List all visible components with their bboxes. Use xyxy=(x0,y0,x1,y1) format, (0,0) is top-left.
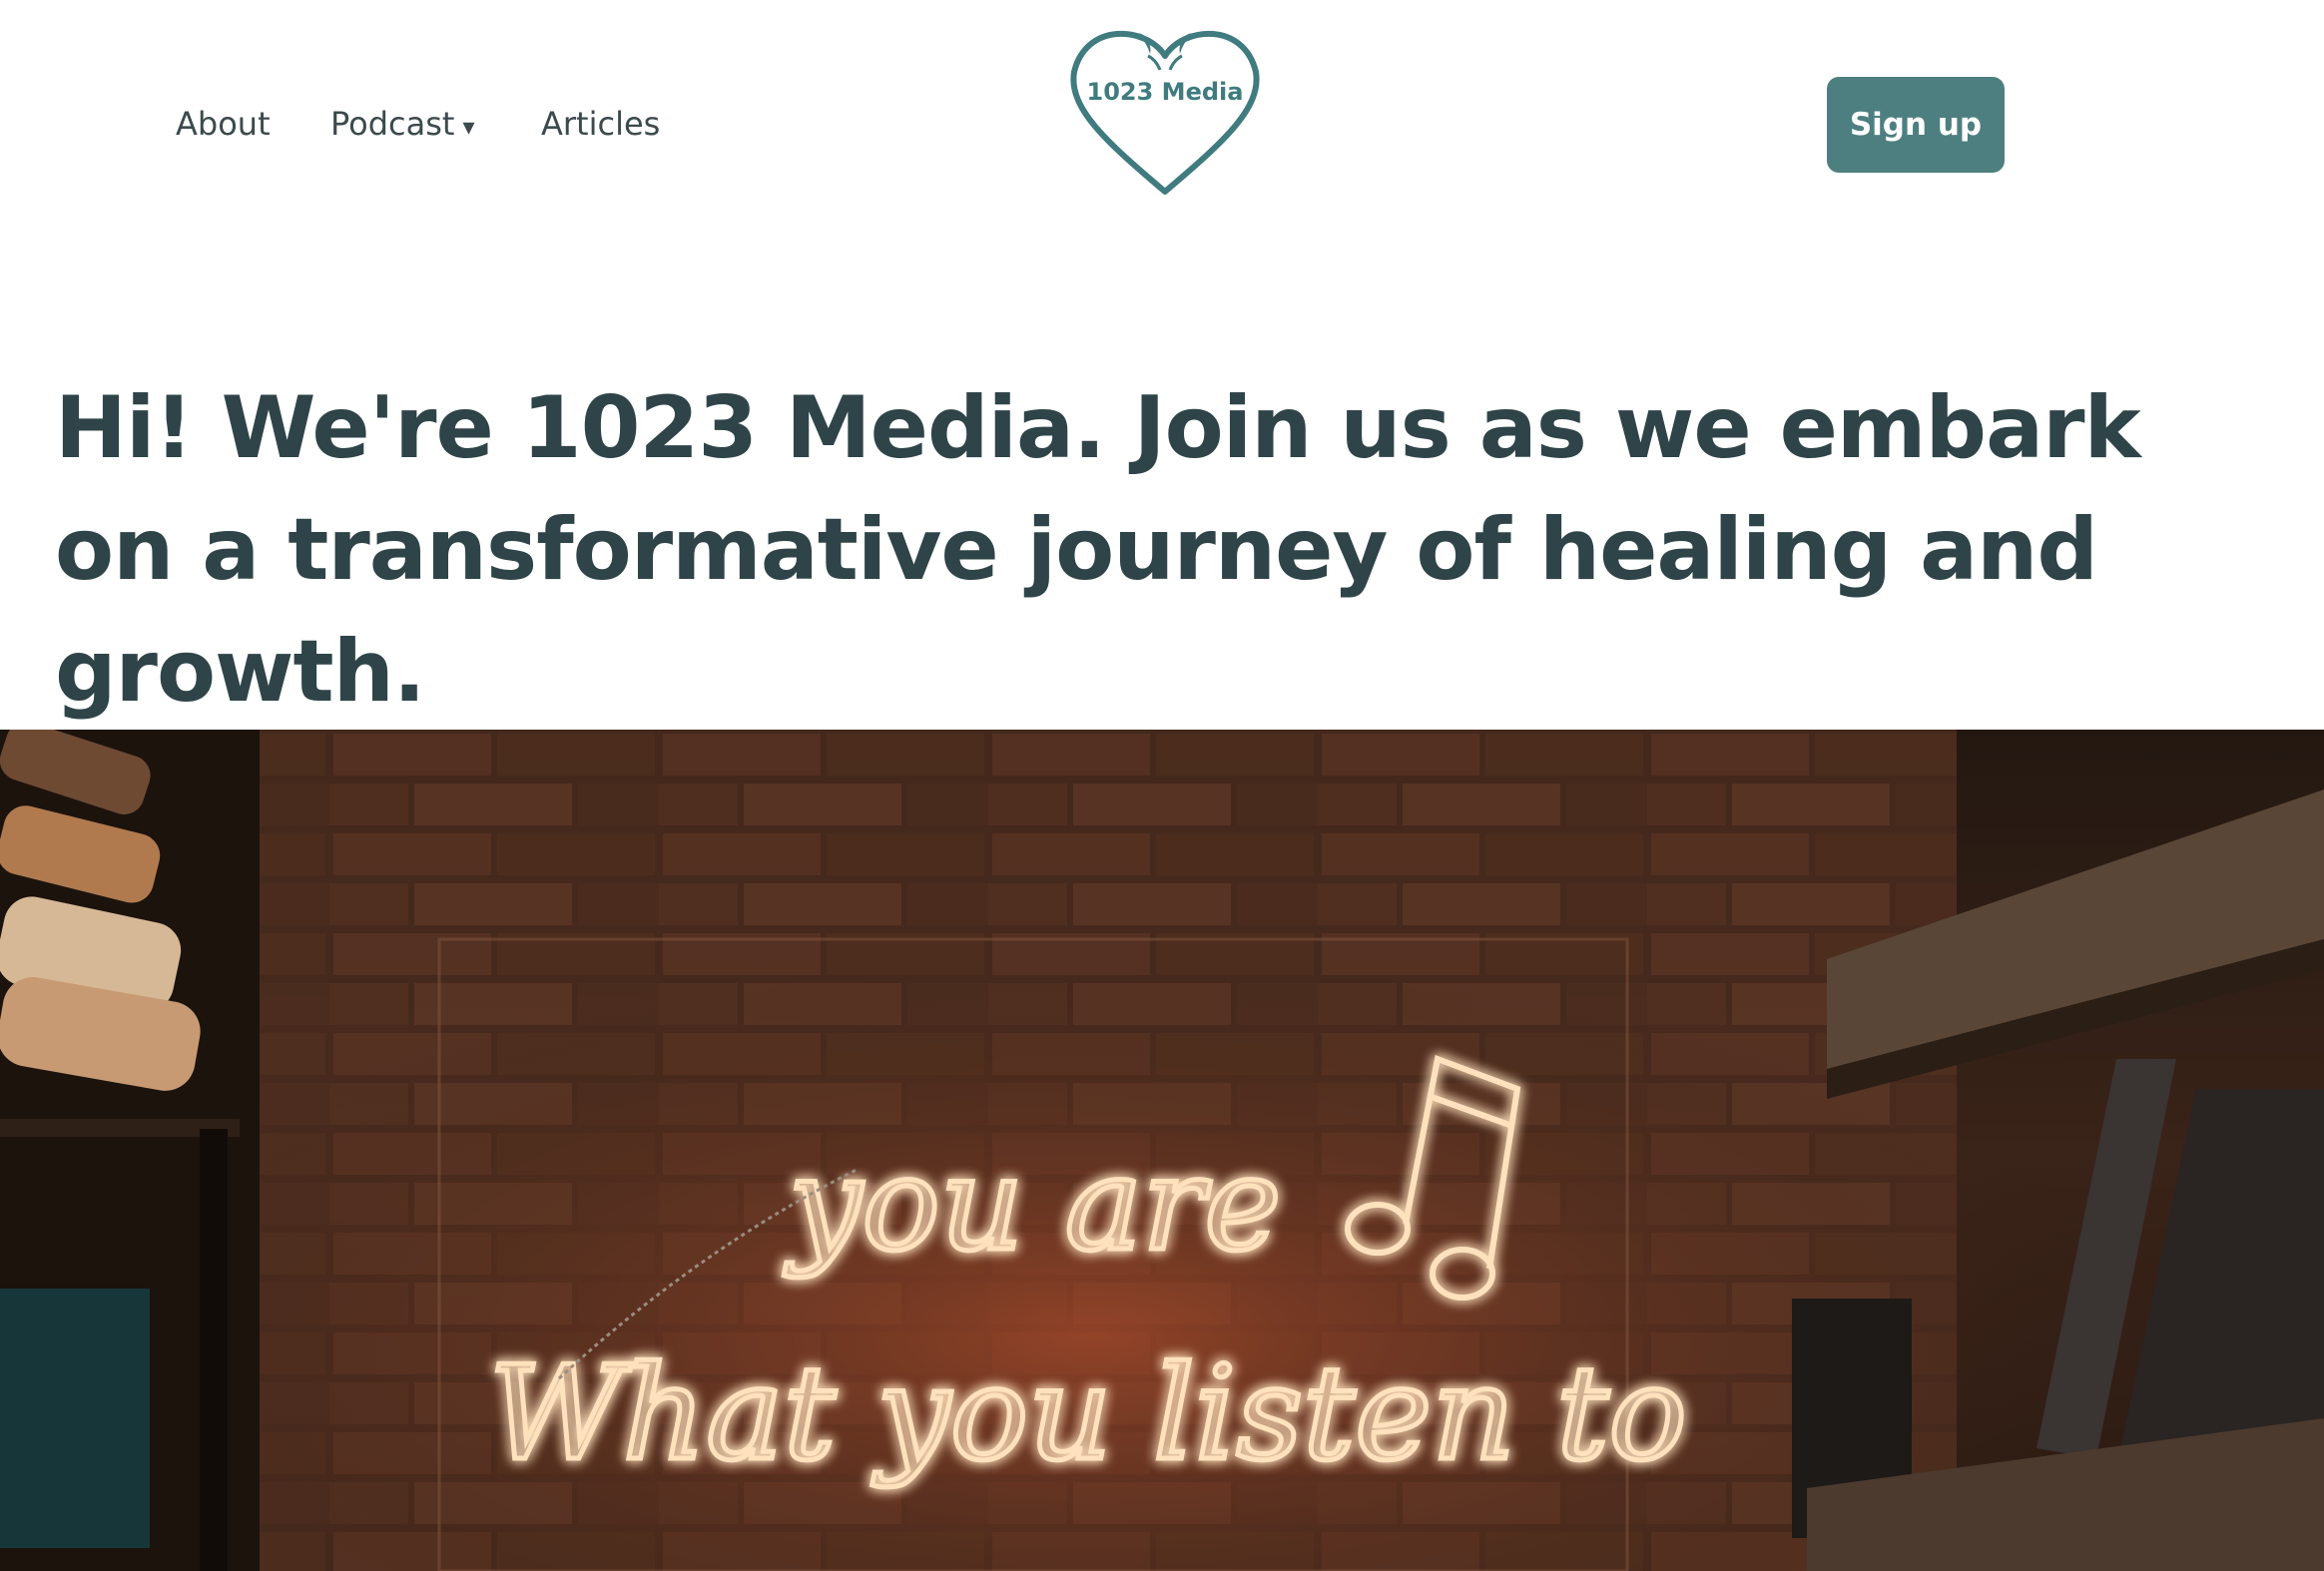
nav-articles-link[interactable]: Articles xyxy=(541,100,660,148)
nav-podcast-label: Podcast xyxy=(330,105,455,143)
logo[interactable]: 1023 Media xyxy=(1066,20,1264,196)
heart-logo-icon xyxy=(1070,30,1260,195)
chevron-down-icon: ▾ xyxy=(462,113,475,141)
neon-line-1: you are xyxy=(784,1128,1281,1280)
nav-about-link[interactable]: About xyxy=(176,100,271,148)
sign-up-button[interactable]: Sign up xyxy=(1827,77,2005,173)
hero-headline: Hi! We're 1023 Media. Join us as we emba… xyxy=(55,378,2141,722)
hero-image: you are What you listen to xyxy=(0,730,2324,1571)
nav-podcast-dropdown[interactable]: Podcast ▾ xyxy=(330,100,475,151)
logo-text: 1023 Media xyxy=(1087,78,1244,106)
left-bookshelf xyxy=(0,730,260,1571)
neon-line-2: What you listen to xyxy=(489,1337,1687,1489)
